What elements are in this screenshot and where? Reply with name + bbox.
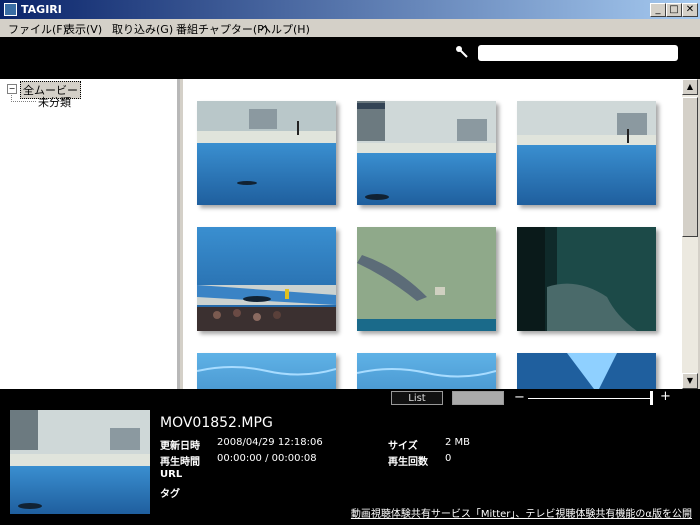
app-window: TAGIRI _ □ ✕ ファイル(F) 表示(V) 取り込み(G) 番組チャプ…: [0, 0, 700, 525]
window-title: TAGIRI: [21, 3, 62, 16]
zoom-out-button[interactable]: −: [514, 391, 525, 405]
video-thumbnail[interactable]: [517, 101, 656, 205]
menu-import[interactable]: 取り込み(G): [112, 21, 173, 37]
list-view-button[interactable]: List: [391, 391, 443, 405]
playcount-value: 0: [445, 453, 452, 464]
playtime-label: 再生時間: [160, 457, 200, 468]
selected-video-preview[interactable]: [10, 410, 150, 514]
zoom-slider-handle[interactable]: [650, 391, 653, 405]
url-label: URL: [160, 469, 183, 480]
size-value: 2 MB: [445, 437, 471, 448]
video-thumbnail[interactable]: [517, 353, 656, 389]
size-label: サイズ: [388, 441, 418, 452]
category-tree: − 全ムービー 未分類: [0, 79, 180, 389]
search-input[interactable]: [478, 45, 678, 61]
menu-bar: ファイル(F) 表示(V) 取り込み(G) 番組チャプター(P) ヘルプ(H): [0, 19, 700, 37]
menu-help[interactable]: ヘルプ(H): [260, 21, 310, 37]
thumbnail-grid: [183, 79, 682, 389]
video-thumbnail[interactable]: [197, 353, 336, 389]
video-thumbnail[interactable]: [357, 227, 496, 331]
grid-view-button[interactable]: [452, 391, 504, 405]
vertical-scrollbar[interactable]: ▲ ▼: [682, 79, 698, 389]
menu-chapter[interactable]: 番組チャプター(P): [176, 21, 268, 37]
close-button[interactable]: ✕: [682, 3, 698, 17]
file-name: MOV01852.MPG: [160, 415, 273, 431]
app-icon: [4, 3, 17, 16]
tag-label: タグ: [160, 489, 180, 500]
minimize-button[interactable]: _: [650, 3, 666, 17]
video-thumbnail[interactable]: [517, 227, 656, 331]
scroll-up-icon[interactable]: ▲: [682, 79, 698, 95]
scroll-down-icon[interactable]: ▼: [682, 373, 698, 389]
maximize-button[interactable]: □: [666, 3, 682, 17]
video-thumbnail[interactable]: [197, 227, 336, 331]
playcount-label: 再生回数: [388, 457, 428, 468]
scroll-thumb[interactable]: [682, 97, 698, 237]
list-view-label: List: [408, 393, 426, 404]
updated-label: 更新日時: [160, 441, 200, 452]
video-thumbnail[interactable]: [357, 101, 496, 205]
video-thumbnail[interactable]: [357, 353, 496, 389]
search-icon: [456, 46, 468, 58]
menu-view[interactable]: 表示(V): [64, 21, 102, 37]
tree-item-uncategorized[interactable]: 未分類: [38, 94, 71, 110]
zoom-slider[interactable]: [528, 398, 652, 399]
title-bar[interactable]: TAGIRI _ □ ✕: [0, 0, 700, 19]
video-thumbnail[interactable]: [197, 101, 336, 205]
updated-value: 2008/04/29 12:18:06: [217, 437, 323, 448]
menu-file[interactable]: ファイル(F): [8, 21, 67, 37]
news-link[interactable]: 動画視聴体験共有サービス「Mitter」、テレビ視聴体験共有機能のα版を公開: [351, 505, 692, 520]
playtime-value: 00:00:00 / 00:00:08: [217, 453, 317, 464]
zoom-in-button[interactable]: +: [660, 390, 671, 404]
